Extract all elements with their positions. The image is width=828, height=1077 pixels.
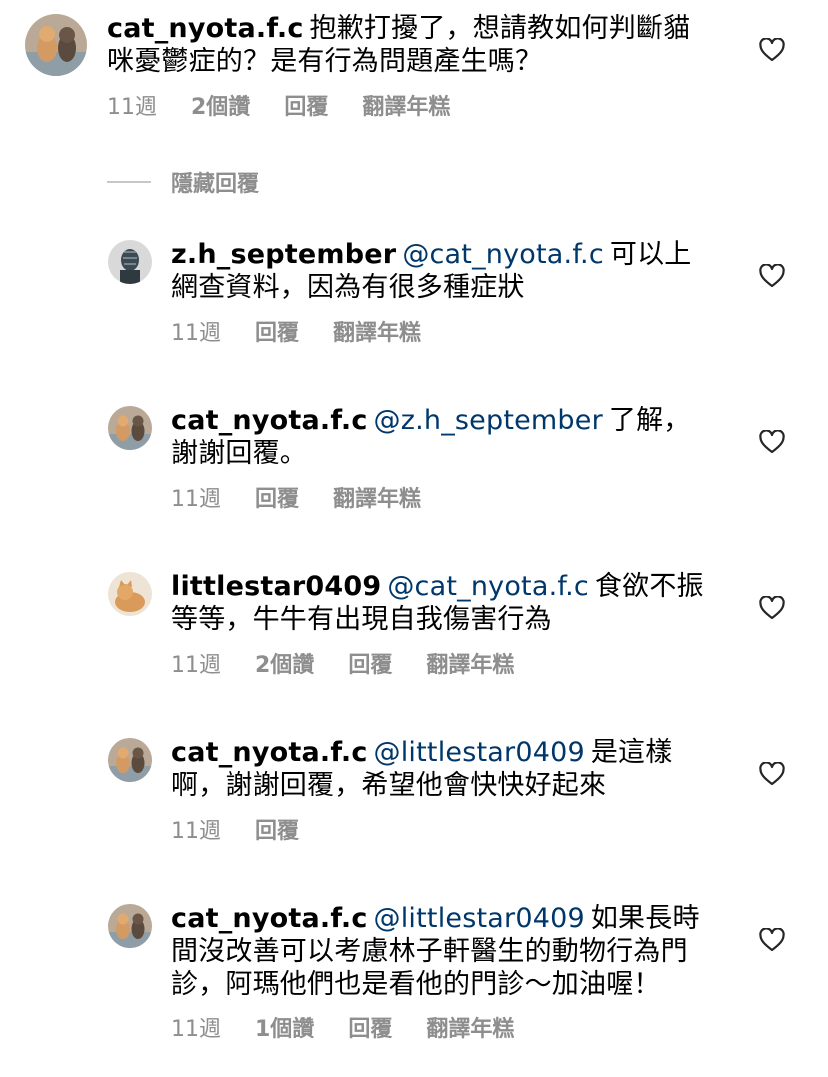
- translate-button[interactable]: 翻譯年糕: [426, 1017, 514, 1043]
- reply-button[interactable]: 回覆: [284, 95, 328, 121]
- reply-button[interactable]: 回覆: [255, 321, 299, 347]
- avatar[interactable]: [108, 240, 152, 284]
- avatar[interactable]: [25, 14, 87, 76]
- reply-button[interactable]: 回覆: [348, 653, 392, 679]
- heart-outline-icon[interactable]: [759, 430, 785, 454]
- reply-text: z.h_september @cat_nyota.f.c 可以上網查資料，因為有很多…: [171, 238, 711, 304]
- mention-link[interactable]: @cat_nyota.f.c: [402, 239, 604, 270]
- reply-time: 11週: [171, 819, 221, 844]
- avatar[interactable]: [108, 904, 152, 948]
- reply-username[interactable]: littlestar0409: [171, 571, 381, 602]
- reply-time: 11週: [171, 321, 221, 346]
- translate-button[interactable]: 翻譯年糕: [362, 95, 450, 121]
- reply-time: 11週: [171, 487, 221, 512]
- reply-username[interactable]: cat_nyota.f.c: [171, 405, 368, 436]
- reply-meta: 11週 2個讚 回覆 翻譯年糕: [171, 653, 514, 679]
- heart-outline-icon[interactable]: [759, 38, 785, 62]
- comment-time: 11週: [107, 95, 157, 120]
- reply-username[interactable]: z.h_september: [171, 239, 396, 270]
- likes-count[interactable]: 1個讚: [255, 1017, 314, 1043]
- likes-count[interactable]: 2個讚: [255, 653, 314, 679]
- reply-username[interactable]: cat_nyota.f.c: [171, 903, 368, 934]
- reply-button[interactable]: 回覆: [348, 1017, 392, 1043]
- reply-text: littlestar0409 @cat_nyota.f.c 食欲不振等等，牛牛有出現…: [171, 570, 711, 636]
- comment-meta: 11週 2個讚 回覆 翻譯年糕: [107, 95, 450, 121]
- mention-link[interactable]: @z.h_september: [374, 405, 603, 436]
- reply-text: cat_nyota.f.c @littlestar0409 如果長時間沒改善可以考慮…: [171, 902, 711, 1001]
- divider: [107, 181, 151, 183]
- mention-link[interactable]: @cat_nyota.f.c: [387, 571, 589, 602]
- reply-time: 11週: [171, 1017, 221, 1042]
- translate-button[interactable]: 翻譯年糕: [333, 487, 421, 513]
- comment-username[interactable]: cat_nyota.f.c: [107, 13, 304, 44]
- hide-replies-label: 隱藏回覆: [171, 172, 260, 197]
- reply-button[interactable]: 回覆: [255, 487, 299, 513]
- reply-meta: 11週 回覆 翻譯年糕: [171, 321, 421, 347]
- reply-text: cat_nyota.f.c @z.h_september 了解，謝謝回覆。: [171, 404, 711, 470]
- avatar[interactable]: [108, 406, 152, 450]
- avatar[interactable]: [108, 738, 152, 782]
- reply-text: cat_nyota.f.c @littlestar0409 是這樣啊，謝謝回覆，希望…: [171, 736, 711, 802]
- reply-username[interactable]: cat_nyota.f.c: [171, 737, 368, 768]
- avatar[interactable]: [108, 572, 152, 616]
- hide-replies-button[interactable]: 隱藏回覆: [107, 166, 259, 198]
- reply-meta: 11週 1個讚 回覆 翻譯年糕: [171, 1017, 514, 1043]
- reply-meta: 11週 回覆: [171, 819, 299, 845]
- likes-count[interactable]: 2個讚: [191, 95, 250, 121]
- heart-outline-icon[interactable]: [759, 264, 785, 288]
- heart-outline-icon[interactable]: [759, 596, 785, 620]
- heart-outline-icon[interactable]: [759, 762, 785, 786]
- reply-time: 11週: [171, 653, 221, 678]
- comment-text: cat_nyota.f.c 抱歉打擾了，想請教如何判斷貓咪憂鬱症的？是有行為問題產…: [107, 12, 707, 78]
- translate-button[interactable]: 翻譯年糕: [426, 653, 514, 679]
- translate-button[interactable]: 翻譯年糕: [333, 321, 421, 347]
- reply-meta: 11週 回覆 翻譯年糕: [171, 487, 421, 513]
- heart-outline-icon[interactable]: [759, 928, 785, 952]
- reply-button[interactable]: 回覆: [255, 819, 299, 845]
- mention-link[interactable]: @littlestar0409: [374, 737, 585, 768]
- mention-link[interactable]: @littlestar0409: [374, 903, 585, 934]
